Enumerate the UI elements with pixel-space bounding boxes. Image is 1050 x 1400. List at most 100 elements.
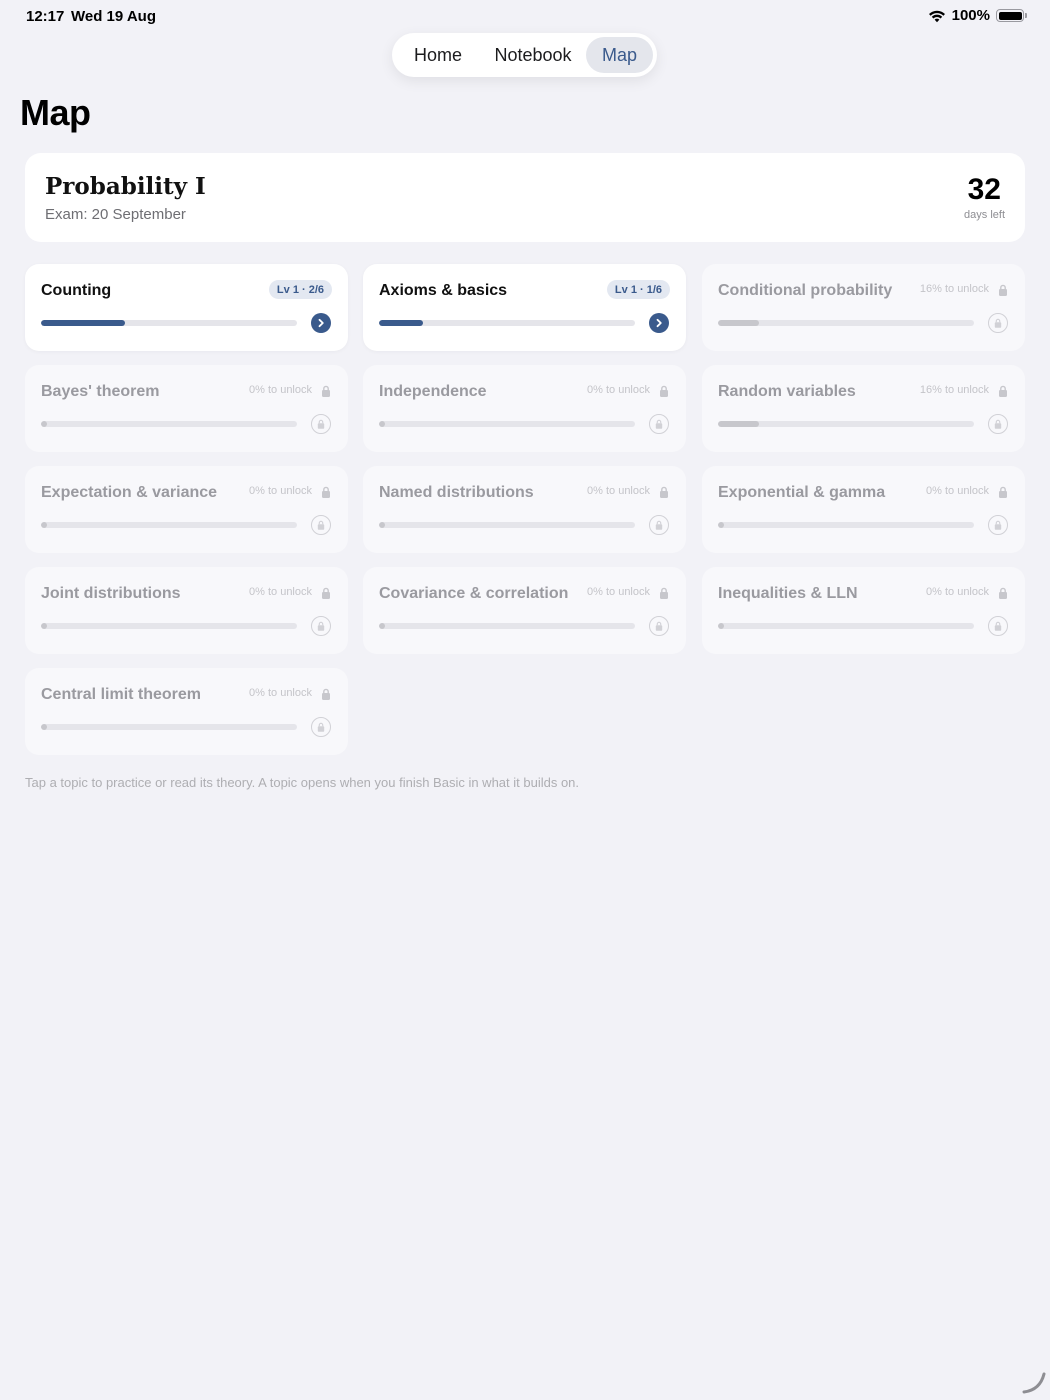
topic-tile-expectation-variance: Expectation & variance 0% to unlock	[25, 466, 348, 553]
level-badge: Lv 1 · 1/6	[606, 280, 670, 299]
lock-icon	[998, 586, 1008, 599]
scroll-indicator-icon	[1022, 1372, 1046, 1394]
progress-bar-fill	[718, 421, 759, 427]
progress-bar	[41, 421, 297, 427]
progress-bar	[379, 421, 635, 427]
locked-circle-icon	[649, 515, 669, 535]
progress-bar-fill	[379, 623, 385, 629]
course-card: Probability I Exam: 20 September 32 days…	[25, 153, 1025, 242]
status-date: Wed 19 Aug	[71, 8, 157, 25]
unlock-progress-text: 16% to unlock	[919, 283, 989, 295]
chevron-right-icon	[316, 318, 326, 328]
topic-tile-bayes-theorem: Bayes' theorem 0% to unlock	[25, 365, 348, 452]
chevron-right-icon	[654, 318, 664, 328]
locked-circle-icon	[988, 313, 1008, 333]
progress-bar	[718, 421, 974, 427]
progress-bar	[41, 320, 297, 326]
topic-name: Inequalities & LLN	[718, 585, 858, 602]
locked-circle-icon	[311, 515, 331, 535]
lock-icon	[998, 485, 1008, 498]
locked-circle-icon	[649, 616, 669, 636]
locked-circle-icon	[649, 414, 669, 434]
progress-bar-fill	[41, 320, 126, 326]
progress-bar	[718, 320, 974, 326]
progress-bar-fill	[41, 724, 47, 730]
lock-icon	[321, 687, 331, 700]
progress-bar	[379, 320, 635, 326]
battery-percent: 100%	[951, 7, 990, 24]
progress-bar	[718, 522, 974, 528]
locked-circle-icon	[311, 616, 331, 636]
topic-name: Named distributions	[379, 484, 534, 501]
unlock-progress-text: 0% to unlock	[249, 687, 312, 699]
topic-name: Exponential & gamma	[718, 484, 886, 501]
days-left-label: days left	[964, 209, 1005, 221]
locked-circle-icon	[988, 515, 1008, 535]
status-bar: 12:17 Wed 19 Aug 100%	[0, 0, 1050, 34]
locked-circle-icon	[311, 414, 331, 434]
progress-bar-fill	[41, 522, 47, 528]
unlock-progress-text: 0% to unlock	[249, 485, 312, 497]
course-name: Probability I	[45, 173, 206, 200]
lock-icon	[659, 586, 669, 599]
unlock-progress-text: 0% to unlock	[249, 586, 312, 598]
wifi-icon	[928, 10, 945, 22]
topic-tile-counting[interactable]: Counting Lv 1 · 2/6	[25, 264, 348, 351]
unlock-progress-text: 0% to unlock	[587, 586, 650, 598]
progress-bar-fill	[41, 623, 47, 629]
topic-name: Covariance & correlation	[379, 585, 569, 602]
topic-name: Joint distributions	[41, 585, 181, 602]
lock-icon	[659, 485, 669, 498]
progress-bar	[41, 623, 297, 629]
topic-tile-independence: Independence 0% to unlock	[363, 365, 686, 452]
days-left-count: 32	[967, 173, 1001, 206]
nav-notebook-tab[interactable]: Notebook	[480, 37, 586, 73]
topic-tile-covariance-correlation: Covariance & correlation 0% to unlock	[363, 567, 686, 654]
lock-icon	[659, 384, 669, 397]
battery-icon	[996, 9, 1027, 22]
unlock-progress-text: 0% to unlock	[587, 384, 650, 396]
unlock-progress-text: 0% to unlock	[926, 586, 989, 598]
topic-name: Expectation & variance	[41, 484, 218, 501]
topic-name: Axioms & basics	[379, 282, 508, 299]
lock-icon	[998, 384, 1008, 397]
open-topic-button[interactable]	[311, 313, 331, 333]
progress-bar-fill	[718, 623, 724, 629]
progress-bar-fill	[379, 522, 385, 528]
lock-icon	[321, 384, 331, 397]
nav-map-tab[interactable]: Map	[586, 37, 653, 73]
status-right: 100%	[928, 7, 1027, 24]
progress-bar	[379, 623, 635, 629]
progress-bar-fill	[379, 320, 423, 326]
topic-tile-named-distributions: Named distributions 0% to unlock	[363, 466, 686, 553]
footnote: Tap a topic to practice or read its theo…	[25, 775, 580, 790]
topic-name: Bayes' theorem	[41, 383, 160, 400]
locked-circle-icon	[988, 414, 1008, 434]
lock-icon	[321, 586, 331, 599]
unlock-progress-text: 0% to unlock	[926, 485, 989, 497]
progress-bar-fill	[41, 421, 47, 427]
nav-home-tab[interactable]: Home	[396, 37, 480, 73]
lock-icon	[998, 283, 1008, 296]
page-title: Map	[20, 92, 91, 133]
locked-circle-icon	[311, 717, 331, 737]
topic-name: Counting	[41, 282, 112, 299]
topic-tile-axioms-basics[interactable]: Axioms & basics Lv 1 · 1/6	[363, 264, 686, 351]
topic-name: Random variables	[718, 383, 856, 400]
topic-tile-inequalities-lln: Inequalities & LLN 0% to unlock	[702, 567, 1025, 654]
progress-bar	[41, 522, 297, 528]
course-exam-date: Exam: 20 September	[45, 206, 186, 223]
open-topic-button[interactable]	[649, 313, 669, 333]
progress-bar-fill	[379, 421, 385, 427]
topic-tile-central-limit-theorem: Central limit theorem 0% to unlock	[25, 668, 348, 755]
topic-name: Central limit theorem	[41, 686, 202, 703]
topic-name: Independence	[379, 383, 487, 400]
progress-bar	[718, 623, 974, 629]
level-badge: Lv 1 · 2/6	[268, 280, 332, 299]
progress-bar-fill	[718, 522, 724, 528]
topic-tile-joint-distributions: Joint distributions 0% to unlock	[25, 567, 348, 654]
progress-bar	[41, 724, 297, 730]
unlock-progress-text: 16% to unlock	[919, 384, 989, 396]
progress-bar	[379, 522, 635, 528]
topic-tile-random-variables: Random variables 16% to unlock	[702, 365, 1025, 452]
